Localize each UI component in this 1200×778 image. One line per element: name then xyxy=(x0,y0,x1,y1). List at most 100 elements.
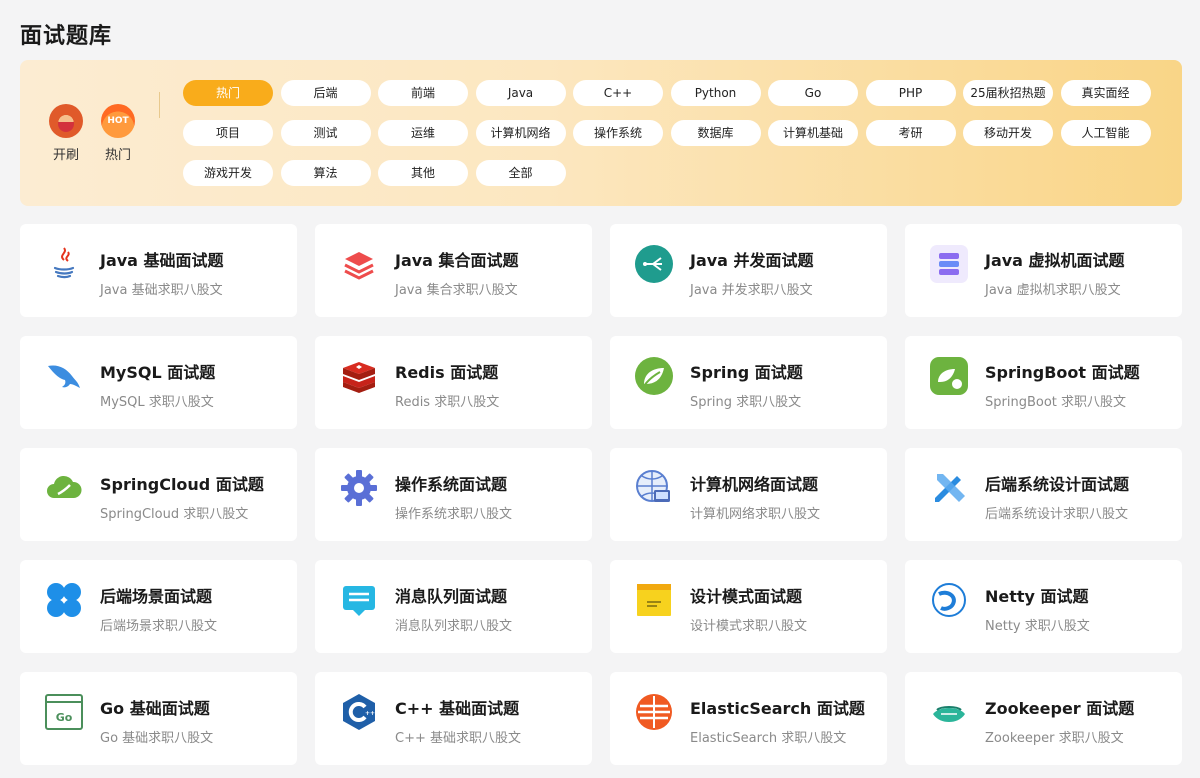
question-bank-card[interactable]: 消息队列面试题 消息队列求职八股文 xyxy=(315,560,592,653)
question-bank-card[interactable]: Java 集合面试题 Java 集合求职八股文 xyxy=(315,224,592,317)
question-bank-subtitle: 设计模式求职八股文 xyxy=(690,619,808,634)
question-bank-card[interactable]: Java 基础面试题 Java 基础求职八股文 xyxy=(20,224,297,317)
category-chip[interactable]: 运维 xyxy=(378,120,468,146)
start-mascot-icon xyxy=(49,104,83,138)
gear-icon xyxy=(339,468,379,508)
question-bank-card[interactable]: Java 并发面试题 Java 并发求职八股文 xyxy=(610,224,887,317)
question-bank-title: 后端场景面试题 xyxy=(100,587,213,606)
design-tools-icon xyxy=(929,468,969,508)
question-bank-card[interactable]: 后端场景面试题后端场景求职八股文 xyxy=(20,560,297,653)
category-chip[interactable]: 其他 xyxy=(378,160,468,186)
question-bank-card[interactable]: ElasticSearch 面试题 ElasticSearch 求职八股文 xyxy=(610,672,887,765)
question-bank-title: ElasticSearch 面试题 xyxy=(690,699,865,718)
question-bank-subtitle: Java 集合求职八股文 xyxy=(395,283,518,298)
question-bank-card[interactable]: Zookeeper 面试题 Zookeeper 求职八股文 xyxy=(905,672,1182,765)
question-bank-subtitle: 后端场景求职八股文 xyxy=(100,619,218,634)
category-chip[interactable]: 后端 xyxy=(280,80,371,106)
question-bank-subtitle: Java 虚拟机求职八股文 xyxy=(985,283,1121,298)
page-title: 面试题库 xyxy=(20,24,113,49)
question-bank-card[interactable]: SpringCloud 面试题 SpringCloud 求职八股文 xyxy=(20,448,297,541)
question-bank-subtitle: Go 基础求职八股文 xyxy=(100,731,214,746)
question-bank-card[interactable]: ++ C++ 基础面试题 C++ 基础求职八股文 xyxy=(315,672,592,765)
question-bank-subtitle: Netty 求职八股文 xyxy=(985,619,1090,634)
question-bank-title: Go 基础面试题 xyxy=(100,699,210,718)
question-bank-subtitle: 消息队列求职八股文 xyxy=(395,619,513,634)
category-chip[interactable]: 真实面经 xyxy=(1060,80,1151,106)
svg-text:++: ++ xyxy=(365,710,375,717)
question-bank-card[interactable]: Go Go 基础面试题 Go 基础求职八股文 xyxy=(20,672,297,765)
category-chip[interactable]: 算法 xyxy=(280,160,371,186)
question-bank-title: Java 基础面试题 xyxy=(100,251,224,270)
category-chip[interactable]: Java xyxy=(475,80,566,106)
category-chip[interactable]: 移动开发 xyxy=(963,120,1053,146)
question-bank-title: 操作系统面试题 xyxy=(395,475,508,494)
category-chip[interactable]: PHP xyxy=(865,80,956,106)
question-bank-card[interactable]: Redis 面试题 Redis 求职八股文 xyxy=(315,336,592,429)
category-chip[interactable]: 操作系统 xyxy=(573,120,663,146)
question-bank-title: SpringBoot 面试题 xyxy=(985,363,1140,382)
category-banner: 开刷 HOT 热门 热门 后端 前端 Java C++ Python Go PHP 25届秋招热… xyxy=(20,60,1182,206)
question-bank-card[interactable]: Java 虚拟机面试题 Java 虚拟机求职八股文 xyxy=(905,224,1182,317)
question-bank-card[interactable]: SpringBoot 面试题 SpringBoot 求职八股文 xyxy=(905,336,1182,429)
category-chip[interactable]: Python xyxy=(670,80,761,106)
go-window-icon: Go xyxy=(44,692,84,732)
question-bank-title: Zookeeper 面试题 xyxy=(985,699,1135,718)
concurrency-icon xyxy=(634,244,674,284)
category-chip[interactable]: 计算机网络 xyxy=(475,120,566,146)
layers-icon xyxy=(339,244,379,284)
redis-icon xyxy=(339,356,379,396)
question-bank-subtitle: MySQL 求职八股文 xyxy=(100,395,214,410)
message-icon xyxy=(339,580,379,620)
question-bank-title: 设计模式面试题 xyxy=(690,587,803,606)
question-bank-subtitle: Spring 求职八股文 xyxy=(690,395,802,410)
divider xyxy=(159,92,160,118)
category-chip[interactable]: 25届秋招热题 xyxy=(963,80,1053,106)
category-chip[interactable]: 计算机基础 xyxy=(768,120,858,146)
category-chip[interactable]: 热门 xyxy=(183,80,273,106)
question-bank-title: Spring 面试题 xyxy=(690,363,803,382)
category-chip[interactable]: 游戏开发 xyxy=(183,160,273,186)
spring-leaf-icon xyxy=(634,356,674,396)
question-bank-card[interactable]: 操作系统面试题操作系统求职八股文 xyxy=(315,448,592,541)
server-icon xyxy=(929,244,969,284)
question-bank-title: 后端系统设计面试题 xyxy=(985,475,1130,494)
elasticsearch-icon xyxy=(634,692,674,732)
question-bank-subtitle: 操作系统求职八股文 xyxy=(395,507,513,522)
question-bank-subtitle: SpringCloud 求职八股文 xyxy=(100,507,249,522)
start-practice-button[interactable]: 开刷 xyxy=(46,104,86,163)
question-bank-subtitle: Redis 求职八股文 xyxy=(395,395,500,410)
mysql-dolphin-icon xyxy=(44,356,84,396)
category-chip[interactable]: C++ xyxy=(573,80,663,106)
question-bank-card[interactable]: 计算机网络面试题计算机网络求职八股文 xyxy=(610,448,887,541)
category-chip[interactable]: 测试 xyxy=(280,120,371,146)
question-bank-card[interactable]: MySQL 面试题 MySQL 求职八股文 xyxy=(20,336,297,429)
springcloud-icon xyxy=(44,468,84,508)
question-bank-card[interactable]: 设计模式面试题设计模式求职八股文 xyxy=(610,560,887,653)
question-bank-subtitle: C++ 基础求职八股文 xyxy=(395,731,521,746)
category-chip[interactable]: 人工智能 xyxy=(1060,120,1151,146)
question-bank-title: Java 集合面试题 xyxy=(395,251,519,270)
question-bank-card[interactable]: 后端系统设计面试题 后端系统设计求职八股文 xyxy=(905,448,1182,541)
category-chip[interactable]: 数据库 xyxy=(670,120,761,146)
network-globe-icon xyxy=(634,468,674,508)
springboot-icon xyxy=(929,356,969,396)
question-bank-title: C++ 基础面试题 xyxy=(395,699,520,718)
question-bank-card[interactable]: Spring 面试题 Spring 求职八股文 xyxy=(610,336,887,429)
question-bank-title: MySQL 面试题 xyxy=(100,363,216,382)
category-chip[interactable]: 考研 xyxy=(865,120,956,146)
question-bank-subtitle: Java 基础求职八股文 xyxy=(100,283,223,298)
question-bank-title: 计算机网络面试题 xyxy=(690,475,819,494)
category-chip[interactable]: Go xyxy=(768,80,858,106)
question-bank-subtitle: 计算机网络求职八股文 xyxy=(690,507,821,522)
category-chip[interactable]: 项目 xyxy=(183,120,273,146)
hot-label: 热门 xyxy=(104,148,131,163)
question-bank-card[interactable]: Netty 面试题 Netty 求职八股文 xyxy=(905,560,1182,653)
question-bank-title: Java 并发面试题 xyxy=(690,251,814,270)
category-chip[interactable]: 前端 xyxy=(378,80,468,106)
hot-badge: HOT xyxy=(107,116,129,126)
window-icon xyxy=(634,580,674,620)
question-bank-subtitle: ElasticSearch 求职八股文 xyxy=(690,731,847,746)
category-chip[interactable]: 全部 xyxy=(475,160,566,186)
hot-flame-icon: HOT xyxy=(101,104,135,138)
hot-button[interactable]: HOT 热门 xyxy=(98,104,138,163)
